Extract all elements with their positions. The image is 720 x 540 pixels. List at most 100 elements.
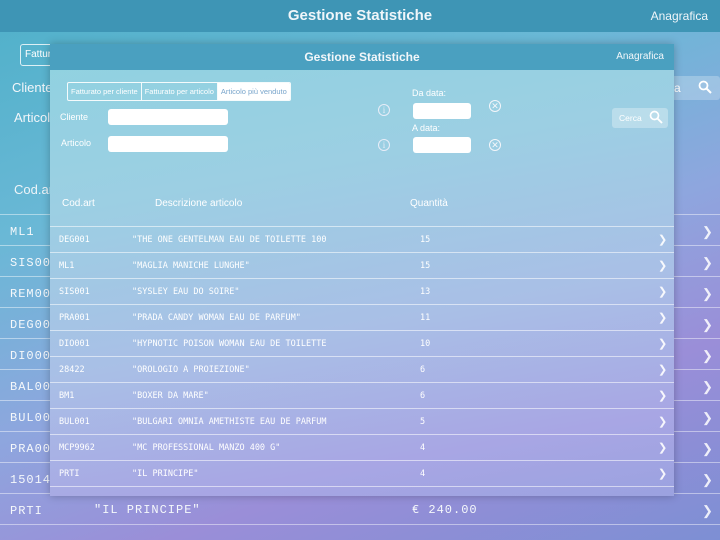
da-data-label: Da data: (412, 88, 447, 98)
a-data-label: A data: (412, 123, 441, 133)
divider (50, 408, 674, 409)
chevron-right-icon[interactable]: ❯ (658, 363, 667, 376)
background-row-code: PRA00 (10, 442, 52, 456)
chevron-right-icon[interactable]: ❯ (658, 311, 667, 324)
divider (50, 226, 674, 227)
chevron-right-icon[interactable]: ❯ (658, 467, 667, 480)
divider (50, 252, 674, 253)
chevron-right-icon[interactable]: ❯ (702, 317, 713, 333)
search-button-label: Cerca (619, 113, 642, 123)
row-quantity: 11 (420, 313, 431, 323)
row-description: "SYSLEY EAU DO SOIRE" (132, 287, 240, 297)
divider (50, 382, 674, 383)
row-code: 28422 (59, 365, 85, 375)
chevron-right-icon[interactable]: ❯ (658, 337, 667, 350)
divider (50, 304, 674, 305)
divider (50, 434, 674, 435)
row-quantity: 6 (420, 365, 426, 375)
row-quantity: 15 (420, 261, 431, 271)
tab-fatturato-articolo[interactable]: Fatturato per articolo (142, 83, 218, 100)
a-data-field[interactable] (413, 137, 471, 153)
info-icon[interactable]: i (378, 139, 390, 151)
chevron-right-icon[interactable]: ❯ (658, 233, 667, 246)
cliente-field[interactable] (108, 109, 228, 125)
chevron-right-icon[interactable]: ❯ (658, 285, 667, 298)
anagrafica-link[interactable]: Anagrafica (616, 51, 664, 62)
tab-articolo-piu-venduto[interactable]: Articolo più venduto (217, 83, 290, 100)
row-quantity: 6 (420, 391, 426, 401)
panel-header: Gestione Statistiche Anagrafica (50, 44, 674, 70)
close-icon[interactable]: ✕ (489, 100, 501, 112)
divider (0, 524, 720, 525)
divider (50, 330, 674, 331)
row-description: "OROLOGIO A PROIEZIONE" (132, 365, 250, 375)
code-column-header[interactable]: Cod.art (62, 198, 95, 209)
articolo-label: Articolo (61, 138, 92, 148)
divider (50, 356, 674, 357)
divider (50, 460, 674, 461)
row-description: "THE ONE GENTELMAN EAU DE TOILETTE 100 (132, 235, 327, 245)
background-row-code: PRTI (10, 504, 43, 518)
search-icon (649, 110, 663, 124)
search-button[interactable]: Cerca (612, 108, 668, 128)
chevron-right-icon[interactable]: ❯ (702, 286, 713, 302)
info-icon[interactable]: i (378, 104, 390, 116)
da-data-field[interactable] (413, 103, 471, 119)
background-row-code: SIS00 (10, 256, 52, 270)
row-description: "HYPNOTIC POISON WOMAN EAU DE TOILETTE (132, 339, 327, 349)
chevron-right-icon[interactable]: ❯ (658, 441, 667, 454)
row-quantity: 10 (420, 339, 431, 349)
divider (50, 486, 674, 487)
chevron-right-icon[interactable]: ❯ (702, 441, 713, 457)
row-code: SIS001 (59, 287, 90, 297)
row-code: PRA001 (59, 313, 90, 323)
chevron-right-icon[interactable]: ❯ (702, 224, 713, 240)
row-code: MCP9962 (59, 443, 95, 453)
background-code-header: Cod.ar (14, 182, 54, 197)
chevron-right-icon[interactable]: ❯ (702, 472, 713, 488)
row-description: "BULGARI OMNIA AMETHISTE EAU DE PARFUM (132, 417, 327, 427)
report-tabs: Fatturato per cliente Fatturato per arti… (67, 82, 291, 101)
background-row-code: BUL00 (10, 411, 52, 425)
background-cliente-label: Cliente (12, 80, 53, 95)
row-quantity: 15 (420, 235, 431, 245)
cliente-label: Cliente (60, 112, 89, 122)
background-title: Gestione Statistiche (287, 7, 433, 24)
search-icon (698, 80, 712, 94)
row-code: ML1 (59, 261, 75, 271)
row-quantity: 4 (420, 469, 426, 479)
background-row-description: "IL PRINCIPE" (94, 503, 201, 517)
close-icon[interactable]: ✕ (489, 139, 501, 151)
chevron-right-icon[interactable]: ❯ (702, 410, 713, 426)
background-anagrafica-link[interactable]: Anagrafica (651, 9, 708, 23)
row-description: "PRADA CANDY WOMAN EAU DE PARFUM" (132, 313, 301, 323)
chevron-right-icon[interactable]: ❯ (702, 255, 713, 271)
row-description: "BOXER DA MARE" (132, 391, 209, 401)
background-row-amount: € 240.00 (412, 503, 478, 517)
row-code: DEG001 (59, 235, 90, 245)
row-quantity: 4 (420, 443, 426, 453)
row-quantity: 13 (420, 287, 431, 297)
background-header: Gestione Statistiche Anagrafica (0, 0, 720, 32)
page-title: Gestione Statistiche (304, 50, 420, 64)
background-row-code: BAL00 (10, 380, 52, 394)
row-code: PRTI (59, 469, 80, 479)
chevron-right-icon[interactable]: ❯ (658, 389, 667, 402)
chevron-right-icon[interactable]: ❯ (702, 503, 713, 519)
row-code: BUL001 (59, 417, 90, 427)
tab-fatturato-cliente[interactable]: Fatturato per cliente (68, 83, 142, 100)
description-column-header[interactable]: Descrizione articolo (155, 198, 242, 209)
chevron-right-icon[interactable]: ❯ (658, 415, 667, 428)
row-description: "MC PROFESSIONAL MANZO 400 G" (132, 443, 281, 453)
row-code: DIO001 (59, 339, 90, 349)
row-quantity: 5 (420, 417, 426, 427)
row-description: "IL PRINCIPE" (132, 469, 199, 479)
chevron-right-icon[interactable]: ❯ (658, 259, 667, 272)
chevron-right-icon[interactable]: ❯ (702, 348, 713, 364)
background-row-code: DI000 (10, 349, 52, 363)
divider (50, 278, 674, 279)
quantity-column-header[interactable]: Quantità (410, 198, 448, 209)
chevron-right-icon[interactable]: ❯ (702, 379, 713, 395)
articolo-field[interactable] (108, 136, 228, 152)
row-description: "MAGLIA MANICHE LUNGHE" (132, 261, 250, 271)
